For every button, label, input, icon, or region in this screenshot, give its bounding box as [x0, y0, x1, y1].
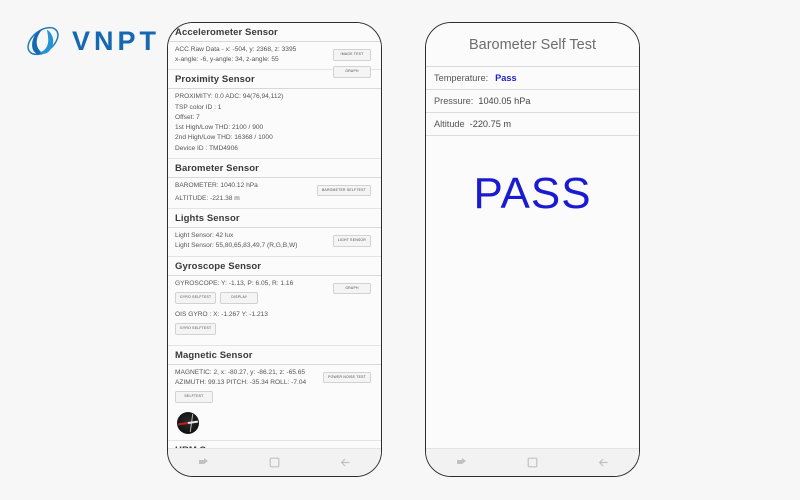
action-button[interactable]: GYRO SELFTEST	[175, 322, 217, 335]
phone-right: Barometer Self Test Temperature: Pass Pres…	[425, 22, 640, 477]
back-arrow-icon[interactable]	[597, 456, 610, 469]
sensor-reading-line: Device ID : TMD4906	[175, 144, 238, 152]
result-label: Altitude	[434, 119, 465, 129]
barometer-self-test-screen: Barometer Self Test Temperature: Pass Pres…	[426, 23, 639, 448]
action-button[interactable]: LIGHT SENSOR	[332, 235, 371, 247]
navigation-bar-right	[426, 448, 639, 476]
action-button[interactable]: POWER NOISE TEST	[323, 371, 371, 384]
navigation-bar-left	[168, 448, 381, 476]
result-value: -220.75 m	[469, 119, 512, 129]
recents-icon[interactable]	[455, 456, 468, 469]
action-button[interactable]: GRAPH	[333, 66, 371, 78]
page-root: VNPT Accelerometer Sensor IMAGE TEST GRAPH…	[0, 0, 800, 500]
sensor-section-body: PROXIMITY: 0.0 ADC: 94(76,94,112) TSP col…	[168, 89, 381, 159]
back-arrow-icon[interactable]	[339, 456, 352, 469]
sensor-reading-line: PROXIMITY: 0.0 ADC: 94(76,94,112)	[175, 93, 284, 101]
action-button[interactable]: DISPLAY	[220, 291, 259, 304]
result-row: Pressure: 1040.05 hPa	[426, 90, 639, 113]
sensor-reading-line: TSP color ID : 1	[175, 103, 222, 111]
result-label: Pressure:	[434, 96, 474, 106]
sensor-section-body: IMAGE TEST GRAPH ACC Raw Data - x: -504, y…	[168, 42, 381, 78]
vnpt-globe-icon	[24, 22, 62, 60]
sensor-section-title: Magnetic Sensor	[168, 346, 381, 365]
barometer-result-rows: Temperature: Pass Pressure: 1040.05 hPa Alti…	[426, 67, 639, 136]
result-row: Altitude -220.75 m	[426, 113, 639, 136]
sensor-section-body: BAROMETER SELFTEST BAROMETER: 1040.12 hPa…	[168, 178, 381, 210]
sensor-section-list: Accelerometer Sensor IMAGE TEST GRAPH ACC R…	[168, 23, 381, 448]
action-button[interactable]: GYRO SELFTEST	[175, 291, 217, 304]
sensor-reading-line: 2nd High/Low THD: 16368 / 1000	[175, 134, 273, 142]
sensor-section-body: GRAPH GYROSCOPE: Y: -1.13, P: 6.05, R: 1.…	[168, 276, 381, 346]
result-value: 1040.05 hPa	[478, 96, 531, 106]
overall-result: PASS	[473, 169, 592, 218]
sensor-test-screen: Accelerometer Sensor IMAGE TEST GRAPH ACC R…	[168, 23, 381, 448]
recents-icon[interactable]	[197, 456, 210, 469]
brand-logo: VNPT	[24, 22, 160, 60]
action-button[interactable]: SELFTEST	[175, 390, 213, 403]
sensor-section-title: Gyroscope Sensor	[168, 257, 381, 276]
sensor-section-title: Lights Sensor	[168, 209, 381, 229]
result-label: Temperature:	[434, 73, 489, 83]
action-button[interactable]: GRAPH	[333, 282, 371, 295]
sensor-reading-line: 1st High/Low THD: 2100 / 900	[175, 124, 264, 132]
home-square-icon[interactable]	[526, 456, 539, 469]
phone-left: Accelerometer Sensor IMAGE TEST GRAPH ACC R…	[167, 22, 382, 477]
home-square-icon[interactable]	[268, 456, 281, 469]
sensor-section-title: Accelerometer Sensor	[168, 23, 381, 42]
sensor-section-body: POWER NOISE TEST MAGNETIC: 2, x: -80.27, …	[168, 365, 381, 441]
sensor-reading-line: Offset: 7	[175, 113, 200, 121]
status-badge: Pass	[495, 73, 517, 83]
page-title: Barometer Self Test	[426, 23, 639, 67]
brand-name: VNPT	[72, 25, 161, 56]
result-row: Temperature: Pass	[426, 67, 639, 90]
sensor-section-title: Barometer Sensor	[168, 159, 381, 178]
action-button[interactable]: IMAGE TEST	[333, 49, 371, 61]
action-button[interactable]: BAROMETER SELFTEST	[316, 184, 371, 197]
compass-dial-icon	[177, 411, 199, 434]
sensor-section-body: LIGHT SENSOR Light Sensor: 42 lux Light Se…	[168, 228, 381, 257]
sensor-section-title: HRM Sensor	[168, 441, 381, 448]
sensor-reading-line: OIS GYRO : X: -1.267 Y: -1.213	[175, 310, 268, 318]
